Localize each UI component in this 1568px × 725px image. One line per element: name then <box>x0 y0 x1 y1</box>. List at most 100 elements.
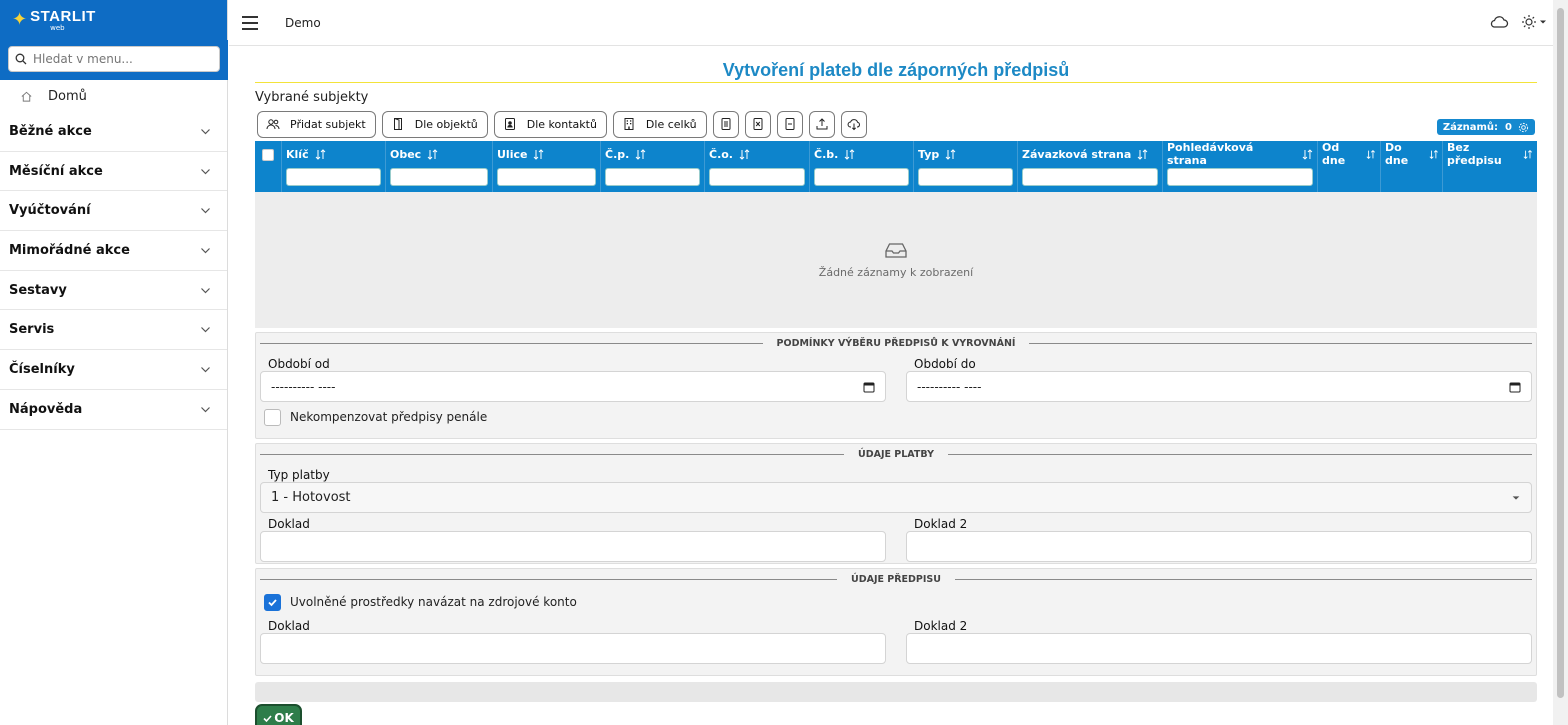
chevron-down-icon <box>201 247 210 254</box>
sort-icon <box>844 148 855 160</box>
sidebar-item-home[interactable]: Domů <box>0 80 227 112</box>
filter-input-typ[interactable] <box>918 168 1013 186</box>
page-scrollbar[interactable] <box>1553 0 1568 725</box>
filter-input-cb[interactable] <box>814 168 909 186</box>
column-cb[interactable]: Č.b. <box>810 141 914 192</box>
sidebar-item-mesicni-akce[interactable]: Měsíční akce <box>0 152 227 192</box>
sidebar-item-mimoradne-akce[interactable]: Mimořádné akce <box>0 231 227 271</box>
clear-button[interactable] <box>776 110 803 138</box>
chevron-down-icon <box>201 128 210 135</box>
sort-icon <box>739 148 750 160</box>
period-from-input[interactable]: ---------- ---- <box>260 371 886 402</box>
filter-input-co[interactable] <box>709 168 805 186</box>
filter-input-pohledavkova-strana[interactable] <box>1167 168 1313 186</box>
calendar-icon[interactable] <box>863 381 875 393</box>
gear-icon <box>1518 122 1529 132</box>
ok-button[interactable]: OK <box>255 704 302 725</box>
column-label: Klíč <box>286 147 309 161</box>
list-document-icon <box>721 118 731 130</box>
records-count: 0 <box>1505 121 1512 133</box>
page-title: Vytvoření plateb dle záporných předpisů <box>722 60 1070 80</box>
sidebar-item-napoveda[interactable]: Nápověda <box>0 390 227 430</box>
sidebar-item-ciselniky[interactable]: Číselníky <box>0 350 227 390</box>
column-zavazkova-strana[interactable]: Závazková strana <box>1018 141 1163 192</box>
calendar-icon[interactable] <box>1509 381 1521 393</box>
ok-label: OK <box>274 711 294 725</box>
caret-down-icon <box>1512 495 1520 500</box>
sidebar-item-servis[interactable]: Servis <box>0 310 227 351</box>
sidebar-item-label: Číselníky <box>9 361 75 377</box>
column-cp[interactable]: Č.p. <box>601 141 705 192</box>
table-header: Klíč Obec Ulice Č.p. Č.o. Č.b. Typ Závaz… <box>255 141 1537 192</box>
column-do-dne[interactable]: Do dne <box>1381 141 1443 192</box>
theme-toggle-icon[interactable] <box>1521 14 1547 30</box>
search-input[interactable] <box>33 52 213 66</box>
top-actions <box>1489 14 1547 30</box>
payment-doc-input[interactable] <box>260 531 886 562</box>
payment-doc2-input[interactable] <box>906 531 1532 562</box>
column-ulice[interactable]: Ulice <box>493 141 601 192</box>
sort-icon <box>1302 148 1313 160</box>
link-funds-checkbox[interactable] <box>264 593 281 611</box>
inbox-icon <box>885 242 907 258</box>
prescription-doc-field: Doklad <box>260 615 886 664</box>
sidebar-item-sestavy[interactable]: Sestavy <box>0 271 227 311</box>
chevron-down-icon <box>201 168 210 174</box>
payment-type-select[interactable]: 1 - Hotovost <box>260 482 1532 513</box>
list-button[interactable] <box>712 110 739 138</box>
search-icon <box>15 53 27 65</box>
export-button[interactable] <box>808 110 835 138</box>
cloud-download-button[interactable] <box>840 110 867 138</box>
prescription-doc-input[interactable] <box>260 633 886 664</box>
brand-logo[interactable]: ✦ STARLIT web <box>0 0 227 40</box>
hamburger-menu-icon[interactable] <box>242 15 258 30</box>
sidebar-item-label: Nápověda <box>9 401 83 417</box>
filter-input-cp[interactable] <box>605 168 700 186</box>
prescription-doc-label: Doklad <box>268 619 310 633</box>
column-typ[interactable]: Typ <box>914 141 1018 192</box>
column-bez-predpisu[interactable]: Bez předpisu <box>1443 141 1537 192</box>
prescription-section: ÚDAJE PŘEDPISU Uvolněné prostředky naváz… <box>255 568 1537 676</box>
period-to-field: Období do ---------- ---- <box>906 353 1532 402</box>
column-label: Č.o. <box>709 147 733 161</box>
remove-button[interactable] <box>744 110 771 138</box>
filter-input-klic[interactable] <box>286 168 381 186</box>
filter-input-obec[interactable] <box>390 168 488 186</box>
column-co[interactable]: Č.o. <box>705 141 810 192</box>
add-subject-button[interactable]: Přidat subjekt <box>257 110 376 138</box>
no-compensate-row: Nekompenzovat předpisy penále <box>260 402 1532 432</box>
title-divider <box>255 82 1537 83</box>
sort-icon <box>1366 149 1376 159</box>
by-units-button[interactable]: Dle celků <box>612 110 707 138</box>
period-from-value: ---------- ---- <box>271 379 336 394</box>
payment-doc-label: Doklad <box>268 517 310 531</box>
subjects-table: Klíč Obec Ulice Č.p. Č.o. Č.b. Typ Závaz… <box>255 141 1537 328</box>
chevron-down-icon <box>201 327 210 333</box>
home-icon <box>21 91 32 102</box>
period-to-input[interactable]: ---------- ---- <box>906 371 1532 402</box>
sidebar-item-label: Sestavy <box>9 282 67 298</box>
by-contacts-button[interactable]: Dle kontaktů <box>493 110 607 138</box>
payment-type-field: Typ platby 1 - Hotovost <box>260 464 1532 513</box>
column-obec[interactable]: Obec <box>386 141 493 192</box>
check-icon <box>263 714 272 722</box>
sort-icon <box>534 148 544 160</box>
period-to-value: ---------- ---- <box>917 379 982 394</box>
sidebar-item-bezne-akce[interactable]: Běžné akce <box>0 112 227 152</box>
filter-input-zavazkova-strana[interactable] <box>1022 168 1158 186</box>
period-from-field: Období od ---------- ---- <box>260 353 886 402</box>
filter-input-ulice[interactable] <box>497 168 596 186</box>
no-compensate-checkbox[interactable] <box>264 408 281 426</box>
select-all-checkbox[interactable] <box>255 141 282 192</box>
sidebar-item-label: Domů <box>48 88 87 104</box>
column-pohledavkova-strana[interactable]: Pohledávková strana <box>1163 141 1318 192</box>
sidebar-item-vyuctovani[interactable]: Vyúčtování <box>0 191 227 232</box>
cloud-download-icon <box>847 119 860 131</box>
records-count-badge[interactable]: Záznamů: 0 <box>1436 119 1535 135</box>
cloud-icon[interactable] <box>1489 14 1509 30</box>
column-od-dne[interactable]: Od dne <box>1318 141 1381 192</box>
prescription-doc2-field: Doklad 2 <box>906 615 1532 664</box>
column-klic[interactable]: Klíč <box>282 141 386 192</box>
prescription-doc2-input[interactable] <box>906 633 1532 664</box>
by-objects-button[interactable]: Dle objektů <box>381 110 488 138</box>
